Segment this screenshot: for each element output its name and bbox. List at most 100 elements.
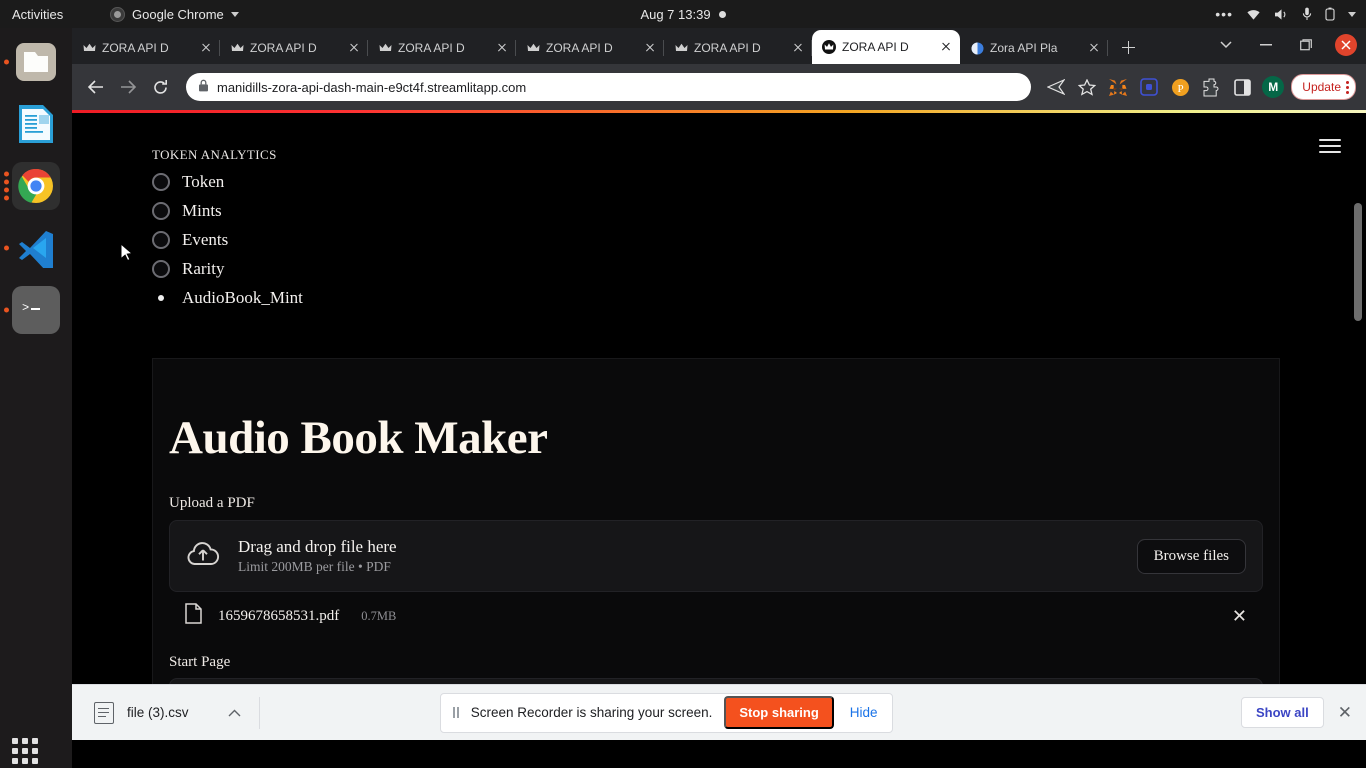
side-panel-icon[interactable] xyxy=(1229,74,1255,100)
dock-item-vscode[interactable] xyxy=(4,224,60,272)
tab-title: ZORA API D xyxy=(398,41,465,55)
browser-tab-4[interactable]: ZORA API D xyxy=(516,32,664,64)
avatar[interactable]: M xyxy=(1260,74,1286,100)
puzzle-extensions-icon[interactable] xyxy=(1198,74,1224,100)
chrome-icon xyxy=(110,6,125,22)
chrome-menu-icon[interactable] xyxy=(1346,80,1349,94)
browser-tab-3[interactable]: ZORA API D xyxy=(368,32,516,64)
zora-favicon-icon xyxy=(378,41,392,55)
close-icon[interactable] xyxy=(642,40,658,56)
browser-toolbar: manidills-zora-api-dash-main-e9ct4f.stre… xyxy=(72,64,1366,110)
chrome-icon xyxy=(18,168,53,203)
clock-label: Aug 7 13:39 xyxy=(640,6,711,22)
screen: Activities Google Chrome Aug 7 13:39 ••• xyxy=(0,0,1366,768)
microphone-icon[interactable] xyxy=(1302,7,1312,21)
close-icon[interactable] xyxy=(1086,40,1102,56)
apps-grid-icon xyxy=(12,738,38,764)
orange-p-extension-icon[interactable]: P xyxy=(1167,74,1193,100)
browser-tab-5[interactable]: ZORA API D xyxy=(664,32,812,64)
dropzone-limit-text: Limit 200MB per file • PDF xyxy=(238,559,391,574)
show-applications-button[interactable] xyxy=(12,738,38,764)
stop-sharing-button[interactable]: Stop sharing xyxy=(724,696,834,729)
close-icon[interactable] xyxy=(938,39,954,55)
close-icon[interactable] xyxy=(494,40,510,56)
back-button[interactable] xyxy=(82,73,110,101)
new-tab-button[interactable] xyxy=(1114,33,1142,61)
address-bar[interactable]: manidills-zora-api-dash-main-e9ct4f.stre… xyxy=(186,73,1032,101)
dock-item-libreoffice-writer[interactable] xyxy=(12,100,60,148)
close-icon xyxy=(1335,34,1357,56)
browser-tab-7[interactable]: Zora API Pla xyxy=(960,32,1108,64)
dropzone-texts: Drag and drop file here Limit 200MB per … xyxy=(238,537,397,575)
activities-button[interactable]: Activities xyxy=(0,7,90,22)
streamlit-menu-icon[interactable] xyxy=(1319,135,1341,157)
radio-label: Events xyxy=(182,230,229,249)
metamask-icon[interactable] xyxy=(1105,74,1131,100)
forward-button[interactable] xyxy=(114,73,142,101)
browse-files-button[interactable]: Browse files xyxy=(1136,538,1246,574)
zora-playground-favicon-icon xyxy=(970,41,984,55)
browser-tab-2[interactable]: ZORA API D xyxy=(220,32,368,64)
page-scrollbar[interactable] xyxy=(1354,203,1362,321)
running-indicator-icon xyxy=(4,245,9,251)
tab-title: Zora API Pla xyxy=(990,41,1058,55)
close-icon[interactable] xyxy=(790,40,806,56)
system-status-area[interactable]: ••• xyxy=(1215,0,1356,28)
file-document-icon xyxy=(185,603,202,629)
system-menu-chevron-icon[interactable] xyxy=(1348,11,1356,17)
browser-tab-6-active[interactable]: ZORA API D xyxy=(812,30,960,64)
radio-group-title: TOKEN ANALYTICS xyxy=(152,147,277,162)
downloads-bar-actions: Show all ✕ xyxy=(1241,697,1352,728)
close-icon[interactable] xyxy=(346,40,362,56)
cloud-upload-icon xyxy=(186,540,220,573)
hide-button[interactable]: Hide xyxy=(846,705,882,720)
bookmark-star-icon[interactable] xyxy=(1074,74,1100,100)
radio-label: AudioBook_Mint xyxy=(182,288,303,307)
toolbar-actions: P M Update xyxy=(1043,74,1356,100)
download-item[interactable]: file (3).csv xyxy=(86,693,253,733)
share-icon[interactable] xyxy=(1043,74,1069,100)
dock-item-google-chrome[interactable] xyxy=(4,162,60,210)
radio-circle-icon xyxy=(152,202,170,220)
dock-item-terminal[interactable]: > xyxy=(4,286,60,334)
more-options-icon[interactable]: ••• xyxy=(1215,6,1233,22)
radio-circle-icon xyxy=(152,173,170,191)
chevron-up-icon[interactable] xyxy=(228,705,241,720)
close-downloads-bar-icon[interactable]: ✕ xyxy=(1338,704,1352,721)
wifi-icon[interactable] xyxy=(1246,8,1261,21)
streamlit-app: TOKEN ANALYTICS Token Mints Events Rarit… xyxy=(72,113,1366,740)
tab-search-button[interactable] xyxy=(1206,30,1246,60)
dock-item-files[interactable] xyxy=(4,38,60,86)
browser-tab-1[interactable]: ZORA API D xyxy=(72,32,220,64)
profile-initial: M xyxy=(1262,76,1285,98)
radio-option-mints[interactable]: Mints xyxy=(152,201,303,221)
volume-icon[interactable] xyxy=(1274,8,1289,21)
libreoffice-writer-icon xyxy=(19,105,53,143)
running-indicator-icon xyxy=(4,59,9,65)
maximize-button[interactable] xyxy=(1286,30,1326,60)
zora-favicon-icon xyxy=(230,41,244,55)
reload-button[interactable] xyxy=(146,73,174,101)
radio-circle-icon xyxy=(152,231,170,249)
close-icon[interactable] xyxy=(198,40,214,56)
update-button[interactable]: Update xyxy=(1291,74,1356,100)
tab-title: ZORA API D xyxy=(102,41,169,55)
radio-option-audiobook-mint-selected[interactable]: AudioBook_Mint xyxy=(152,288,303,308)
remove-file-icon[interactable]: ✕ xyxy=(1232,607,1247,625)
show-all-downloads-button[interactable]: Show all xyxy=(1241,697,1324,728)
minimize-button[interactable] xyxy=(1246,30,1286,60)
start-page-label: Start Page xyxy=(169,654,231,670)
battery-icon[interactable] xyxy=(1325,7,1335,21)
gnome-top-bar: Activities Google Chrome Aug 7 13:39 ••• xyxy=(0,0,1366,28)
uploaded-file-row: 1659678658531.pdf 0.7MB ✕ xyxy=(169,592,1263,640)
radio-option-rarity[interactable]: Rarity xyxy=(152,259,303,279)
uploaded-file-size: 0.7MB xyxy=(361,608,397,623)
radio-option-token[interactable]: Token xyxy=(152,172,303,192)
dropzone-main-text: Drag and drop file here xyxy=(238,537,397,556)
audio-book-maker-card: Audio Book Maker Upload a PDF Drag and d… xyxy=(152,358,1280,740)
close-window-button[interactable] xyxy=(1326,30,1366,60)
blue-square-extension-icon[interactable] xyxy=(1136,74,1162,100)
file-dropzone[interactable]: Drag and drop file here Limit 200MB per … xyxy=(169,520,1263,592)
active-app-menu[interactable]: Google Chrome xyxy=(110,6,239,22)
radio-option-events[interactable]: Events xyxy=(152,230,303,250)
